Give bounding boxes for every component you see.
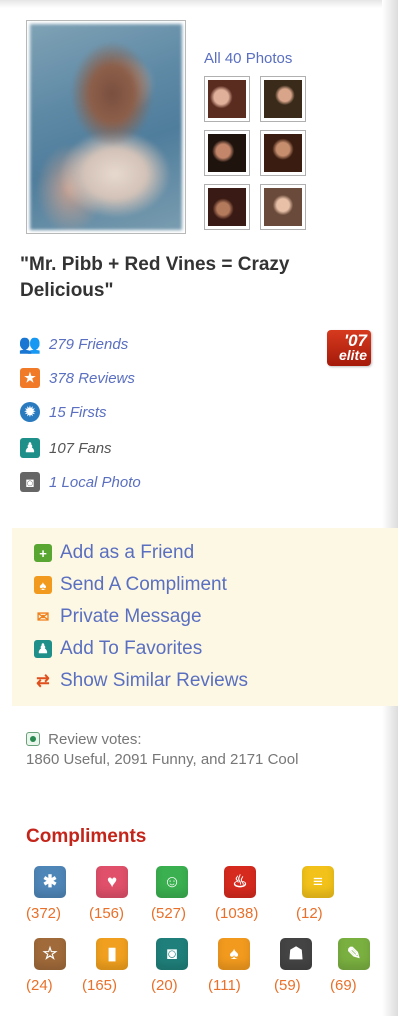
panel-shadow: [382, 0, 398, 1016]
photo-thumbnail[interactable]: [204, 184, 250, 230]
reviews-star-icon: ★: [20, 368, 40, 388]
profile-tagline: "Mr. Pibb + Red Vines = Crazy Delicious": [20, 254, 290, 301]
stat-fans: ♟ 107 Fans: [20, 436, 112, 460]
camera-icon: ◙: [20, 472, 40, 492]
review-votes-icon: [26, 732, 40, 746]
stat-firsts[interactable]: ✹ 15 Firsts: [20, 400, 107, 424]
camera-compliment-icon[interactable]: ◙: [156, 938, 188, 970]
note-icon[interactable]: ▮: [96, 938, 128, 970]
list-icon[interactable]: ≡: [302, 866, 334, 898]
all-photos-link[interactable]: All 40 Photos: [204, 50, 292, 67]
photo-thumbnail[interactable]: [260, 184, 306, 230]
star-frame-icon[interactable]: ☆: [34, 938, 66, 970]
send-compliment-link[interactable]: ♠ Send A Compliment: [34, 572, 227, 598]
stat-reviews[interactable]: ★ 378 Reviews: [20, 366, 135, 390]
photo-thumbnail[interactable]: [260, 76, 306, 122]
elite-badge[interactable]: '07 elite: [327, 330, 371, 366]
private-message-link[interactable]: ✉ Private Message: [34, 604, 202, 630]
compliment-count: (111): [208, 977, 241, 994]
pencil-icon[interactable]: ✎: [338, 938, 370, 970]
compliment-count: (59): [274, 977, 301, 994]
compliment-count: (527): [151, 905, 187, 922]
compliment-count: (20): [151, 977, 178, 994]
show-similar-reviews-link[interactable]: ⇄ Show Similar Reviews: [34, 668, 248, 694]
photo-thumbnail[interactable]: [204, 130, 250, 176]
flame-icon[interactable]: ♨: [224, 866, 256, 898]
review-votes: Review votes: 1860 Useful, 2091 Funny, a…: [26, 731, 299, 768]
compliment-count: (1038): [215, 905, 259, 922]
compliment-icon: ♠: [34, 576, 52, 594]
compliment-count: (156): [89, 905, 125, 922]
private-message-icon: ✉: [36, 609, 50, 626]
stat-local-photo[interactable]: ◙ 1 Local Photo: [20, 470, 141, 494]
compliments-title: Compliments: [26, 826, 147, 847]
compliment-count: (69): [330, 977, 357, 994]
similar-reviews-icon: ⇄: [36, 673, 50, 690]
top-edge: [0, 0, 398, 8]
compliment-count: (24): [26, 977, 53, 994]
ribbon-icon[interactable]: ♠: [218, 938, 250, 970]
compliment-count: (12): [296, 905, 323, 922]
photo-thumbnail[interactable]: [204, 76, 250, 122]
add-to-favorites-link[interactable]: ♟ Add To Favorites: [34, 636, 202, 662]
smiley-icon[interactable]: ☺: [156, 866, 188, 898]
profile-actions-box: + Add as a Friend ♠ Send A Compliment ✉ …: [12, 528, 398, 706]
friends-icon: 👥: [18, 333, 42, 354]
add-friend-icon: +: [34, 544, 52, 562]
favorites-icon: ♟: [34, 640, 52, 658]
profile-icon[interactable]: ☗: [280, 938, 312, 970]
compliment-count: (372): [26, 905, 62, 922]
profile-main-photo[interactable]: [26, 20, 186, 234]
stat-friends[interactable]: 👥 279 Friends: [18, 332, 128, 356]
heart-icon[interactable]: ♥: [96, 866, 128, 898]
add-friend-link[interactable]: + Add as a Friend: [34, 540, 194, 566]
photo-thumbnail[interactable]: [260, 130, 306, 176]
user-profile-sidebar: All 40 Photos "Mr. Pibb + Red Vines = Cr…: [12, 8, 398, 1016]
firsts-badge-icon: ✹: [20, 402, 40, 422]
compliment-count: (165): [82, 977, 118, 994]
snowflake-icon[interactable]: ✱: [34, 866, 66, 898]
fans-icon: ♟: [20, 438, 40, 458]
